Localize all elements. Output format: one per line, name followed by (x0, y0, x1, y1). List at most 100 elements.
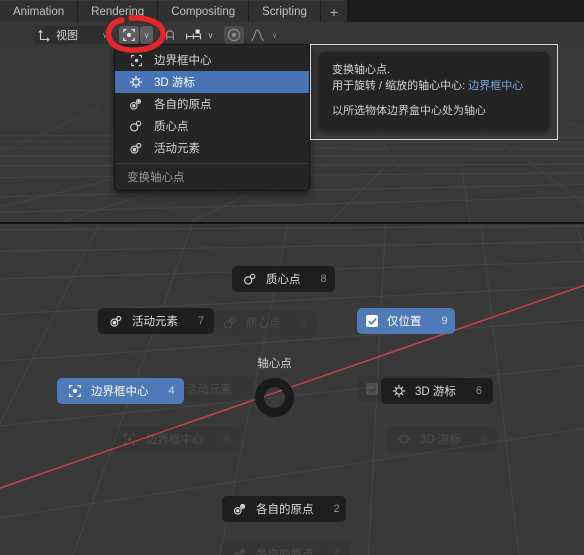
bounding-box-center-icon (66, 384, 83, 399)
snap-to-control[interactable]: ∨ (183, 26, 217, 44)
chevron-down-icon: ∨ (207, 30, 214, 40)
median-point-icon (127, 119, 145, 133)
tab-label: Compositing (171, 5, 236, 18)
pie-item-label: 3D 游标 (415, 386, 456, 398)
magnet-icon (162, 28, 178, 42)
checkbox-checked-icon (366, 383, 378, 395)
pie-item-shortcut: 8 (320, 273, 327, 285)
snap-magnet-toggle[interactable] (160, 26, 180, 44)
pie-item-label: 活动元素 (186, 384, 232, 396)
screen-root: Animation Rendering Compositing Scriptin… (0, 0, 584, 555)
pie-item-label: 质心点 (246, 318, 281, 330)
individual-origins-icon (231, 547, 248, 555)
add-workspace-button[interactable]: + (320, 0, 348, 22)
pie-item-ghost-3d-cursor: 3D 游标 6 (386, 426, 498, 452)
snap-increment-icon (184, 28, 202, 42)
individual-origins-icon (231, 502, 248, 517)
menu-item-3d-cursor[interactable]: 3D 游标 (115, 71, 309, 93)
menu-footer-label: 变换轴心点 (127, 172, 185, 184)
pie-item-label: 边界框中心 (146, 434, 204, 446)
pie-item-individual-origins[interactable]: 各自的原点 2 (222, 496, 346, 522)
menu-item-label: 3D 游标 (154, 77, 195, 89)
menu-item-active-element[interactable]: 活动元素 (115, 137, 309, 159)
pie-item-ghost-individual-origins: 各自的原点 2 (222, 541, 350, 555)
proportional-editing-toggle[interactable] (224, 26, 244, 44)
pie-item-bounding-box-center[interactable]: 边界框中心 4 (57, 378, 184, 404)
tab-scripting[interactable]: Scripting (249, 0, 321, 22)
pie-item-shortcut: 4 (223, 433, 230, 445)
menu-item-bounding-box-center[interactable]: 边界框中心 (115, 49, 309, 71)
falloff-curve-button[interactable] (247, 26, 267, 44)
checkbox-checked-icon[interactable] (366, 315, 378, 327)
pie-item-ghost-bounding-box-center: 边界框中心 4 (112, 426, 240, 452)
tab-compositing[interactable]: Compositing (158, 0, 250, 22)
pie-item-median-point[interactable]: 质心点 8 (232, 266, 335, 292)
pie-item-label: 活动元素 (132, 316, 178, 328)
chevron-down-icon: ∨ (271, 30, 278, 40)
menu-item-individual-origins[interactable]: 各自的原点 (115, 93, 309, 115)
bounding-box-center-icon (121, 28, 137, 42)
individual-origins-icon (127, 97, 145, 111)
transform-orientation-dropdown[interactable]: 视图 ∨ (34, 26, 112, 44)
proportional-falloff-control[interactable]: ∨ (247, 26, 281, 44)
pie-center-ring (255, 378, 294, 417)
3d-cursor-icon (127, 75, 145, 89)
plus-icon: + (329, 3, 339, 20)
snap-to-dropdown-arrow[interactable]: ∨ (204, 26, 217, 44)
transform-orientation-label: 视图 (56, 30, 78, 42)
bounding-box-center-icon (127, 53, 145, 67)
pie-item-label: 质心点 (266, 274, 301, 286)
pie-menu-title: 轴心点 (257, 358, 292, 370)
workspace-tab-bar: Animation Rendering Compositing Scriptin… (0, 0, 584, 22)
menu-item-label: 活动元素 (154, 143, 200, 155)
falloff-dropdown-arrow[interactable]: ∨ (268, 26, 281, 44)
proportional-editing-icon (226, 28, 242, 42)
smooth-falloff-curve-icon (249, 28, 265, 42)
tooltip-line-3: 以所选物体边界盒中心处为轴心 (332, 105, 486, 117)
pie-item-only-origins[interactable]: 仅位置 9 (357, 308, 455, 334)
pie-item-label: 各自的原点 (256, 504, 314, 516)
median-point-icon (221, 316, 238, 331)
pie-item-shortcut: 2 (333, 548, 340, 555)
tab-label: Rendering (91, 5, 145, 18)
tab-rendering[interactable]: Rendering (78, 0, 159, 22)
pie-item-shortcut: 7 (198, 315, 205, 327)
menu-item-label: 边界框中心 (154, 55, 212, 67)
tab-animation[interactable]: Animation (0, 0, 79, 22)
tab-label: Animation (13, 5, 65, 18)
pivot-point-dropdown-arrow[interactable]: ∨ (140, 26, 153, 44)
pivot-point-button[interactable] (119, 26, 139, 44)
pie-item-shortcut: 9 (441, 315, 448, 327)
pie-item-shortcut: 8 (300, 317, 307, 329)
pie-item-active-element[interactable]: 活动元素 7 (98, 308, 214, 334)
tooltip-line-2-value: 边界框中心 (468, 80, 524, 92)
3d-cursor-icon (390, 384, 407, 399)
bounding-box-center-icon (121, 432, 138, 447)
pie-item-shortcut: 6 (480, 433, 488, 445)
pivot-point-dropdown-menu[interactable]: 边界框中心 3D 游标 各自的原点 质心点 活动元素 变换轴心点 (114, 44, 310, 191)
pie-item-label: 各自的原点 (256, 549, 314, 555)
pie-item-label: 边界框中心 (91, 386, 149, 398)
tooltip: 变换轴心点. 用于旋转 / 缩放的轴心中心: 边界框中心 以所选物体边界盒中心处… (319, 52, 549, 130)
menu-item-median-point[interactable]: 质心点 (115, 115, 309, 137)
pie-item-label: 仅位置 (387, 316, 422, 328)
median-point-icon (241, 272, 258, 287)
tab-label: Scripting (262, 5, 307, 18)
snap-to-button[interactable] (183, 26, 203, 44)
chevron-down-icon: ∨ (102, 30, 108, 40)
chevron-down-icon: ∨ (143, 30, 150, 40)
menu-item-label: 质心点 (154, 121, 189, 133)
menu-item-label: 各自的原点 (154, 99, 212, 111)
pie-item-3d-cursor[interactable]: 3D 游标 6 (381, 378, 493, 404)
pie-item-shortcut: 6 (475, 385, 483, 397)
active-element-icon (107, 314, 124, 329)
transform-orientation-gizmo-icon (37, 28, 51, 42)
pie-item-shortcut: 2 (333, 503, 340, 515)
tooltip-line-2: 用于旋转 / 缩放的轴心中心: 边界框中心 (332, 78, 536, 94)
pie-item-ghost-median-point: 质心点 8 (212, 310, 317, 336)
pivot-point-control[interactable]: ∨ (119, 26, 153, 44)
tooltip-line-1: 变换轴心点. (332, 64, 391, 76)
3d-cursor-icon (395, 432, 412, 447)
pie-item-label: 3D 游标 (420, 434, 461, 446)
pie-menu-center: 轴心点 (255, 355, 294, 417)
